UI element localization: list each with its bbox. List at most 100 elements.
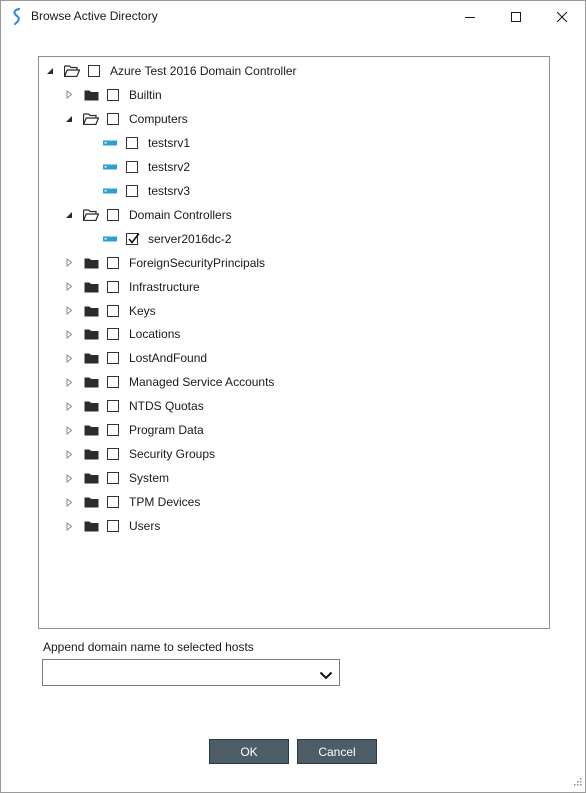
tree-node[interactable]: ForeignSecurityPrincipals bbox=[64, 253, 265, 273]
node-checkbox[interactable] bbox=[107, 400, 119, 413]
tree-node-label: server2016dc-2 bbox=[148, 231, 232, 246]
collapse-arrow-icon[interactable] bbox=[64, 114, 74, 124]
tree-node[interactable]: testsrv1 bbox=[83, 133, 190, 153]
expand-arrow-icon[interactable] bbox=[64, 353, 74, 363]
tree-node[interactable]: server2016dc-2 bbox=[83, 229, 231, 249]
tree-node-label: Keys bbox=[129, 303, 156, 318]
tree-node[interactable]: testsrv3 bbox=[83, 181, 190, 201]
folder-icon bbox=[83, 280, 99, 294]
node-checkbox[interactable] bbox=[107, 208, 119, 221]
chevron-down-icon bbox=[319, 669, 333, 683]
tree-node-label: Computers bbox=[129, 111, 188, 126]
cancel-button[interactable]: Cancel bbox=[297, 739, 377, 764]
expand-arrow-icon[interactable] bbox=[64, 473, 74, 483]
expand-arrow-icon[interactable] bbox=[64, 497, 74, 507]
maximize-icon bbox=[510, 11, 522, 23]
tree-node[interactable]: TPM Devices bbox=[64, 492, 200, 512]
tree-node-label: testsrv1 bbox=[148, 135, 191, 150]
node-checkbox[interactable] bbox=[107, 112, 119, 125]
tree-node[interactable]: testsrv2 bbox=[83, 157, 190, 177]
expand-arrow-icon[interactable] bbox=[64, 258, 74, 268]
folder-icon bbox=[83, 327, 99, 341]
tree-node[interactable]: NTDS Quotas bbox=[64, 396, 204, 416]
folder-icon bbox=[83, 351, 99, 365]
tree-node[interactable]: LostAndFound bbox=[64, 348, 207, 368]
folder-icon bbox=[83, 256, 99, 270]
tree-node-label: Builtin bbox=[129, 87, 162, 102]
tree-node[interactable]: Locations bbox=[64, 324, 180, 344]
resize-grip-icon[interactable] bbox=[572, 775, 582, 789]
collapse-arrow-icon[interactable] bbox=[64, 210, 74, 220]
collapse-arrow-icon[interactable] bbox=[45, 66, 55, 76]
node-checkbox[interactable] bbox=[107, 448, 119, 461]
tree-node-label: Users bbox=[129, 519, 161, 534]
append-domain-label: Append domain name to selected hosts bbox=[43, 640, 254, 654]
tree-node[interactable]: Keys bbox=[64, 301, 156, 321]
tree-node[interactable]: Builtin bbox=[64, 85, 162, 105]
folder-icon bbox=[83, 495, 99, 509]
node-checkbox[interactable] bbox=[126, 184, 138, 197]
folder-icon bbox=[83, 447, 99, 461]
title-bar[interactable]: Browse Active Directory bbox=[1, 1, 585, 32]
tree-node-label: ForeignSecurityPrincipals bbox=[129, 255, 266, 270]
tree-node-label: Security Groups bbox=[129, 447, 216, 462]
folder-icon bbox=[83, 375, 99, 389]
tree-node[interactable]: System bbox=[64, 468, 169, 488]
tree-node[interactable]: Domain Controllers bbox=[64, 205, 232, 225]
folder-icon bbox=[83, 399, 99, 413]
expand-arrow-icon[interactable] bbox=[64, 425, 74, 435]
node-checkbox[interactable] bbox=[126, 136, 138, 149]
expand-arrow-icon[interactable] bbox=[64, 329, 74, 339]
minimize-button[interactable] bbox=[447, 1, 493, 32]
expand-arrow-icon[interactable] bbox=[64, 377, 74, 387]
tree-node[interactable]: Security Groups bbox=[64, 444, 215, 464]
expand-arrow-icon[interactable] bbox=[64, 282, 74, 292]
server-icon bbox=[102, 184, 118, 198]
tree-node[interactable]: Computers bbox=[64, 109, 188, 129]
node-checkbox[interactable] bbox=[107, 280, 119, 293]
tree-node-label: testsrv2 bbox=[148, 159, 191, 174]
tree-node-label: NTDS Quotas bbox=[129, 399, 204, 414]
append-domain-dropdown[interactable] bbox=[42, 659, 340, 686]
ok-button[interactable]: OK bbox=[209, 739, 289, 764]
node-checkbox[interactable] bbox=[107, 376, 119, 389]
folder-icon bbox=[83, 519, 99, 533]
tree-node-label: Infrastructure bbox=[129, 279, 200, 294]
expand-arrow-icon[interactable] bbox=[64, 521, 74, 531]
node-checkbox[interactable] bbox=[88, 65, 100, 77]
node-checkbox[interactable] bbox=[107, 328, 119, 341]
tree-node[interactable]: Managed Service Accounts bbox=[64, 372, 274, 392]
expand-arrow-icon[interactable] bbox=[64, 401, 74, 411]
tree-node-label: Program Data bbox=[129, 423, 204, 438]
close-button[interactable] bbox=[539, 1, 585, 32]
tree-node[interactable]: Users bbox=[64, 516, 160, 536]
node-checkbox[interactable] bbox=[126, 160, 138, 173]
folder-icon bbox=[83, 88, 99, 102]
app-logo-icon bbox=[10, 7, 24, 26]
tree-node[interactable]: Infrastructure bbox=[64, 277, 200, 297]
folder-icon bbox=[83, 423, 99, 437]
expand-arrow-icon[interactable] bbox=[64, 306, 74, 316]
node-checkbox[interactable] bbox=[107, 352, 119, 365]
expand-arrow-icon[interactable] bbox=[64, 90, 74, 100]
folder-open-icon bbox=[83, 208, 99, 222]
node-checkbox[interactable] bbox=[107, 424, 119, 437]
node-checkbox[interactable] bbox=[107, 256, 119, 269]
ad-tree-view[interactable]: Azure Test 2016 Domain Controller Builtin… bbox=[38, 56, 550, 629]
folder-icon bbox=[83, 471, 99, 485]
node-checkbox[interactable] bbox=[126, 232, 140, 245]
tree-node[interactable]: Program Data bbox=[64, 420, 204, 440]
node-checkbox[interactable] bbox=[107, 472, 119, 485]
expand-arrow-icon[interactable] bbox=[64, 449, 74, 459]
node-checkbox[interactable] bbox=[107, 88, 119, 101]
maximize-button[interactable] bbox=[493, 1, 539, 32]
node-checkbox[interactable] bbox=[107, 496, 119, 509]
node-checkbox[interactable] bbox=[107, 520, 119, 533]
tree-node-label: LostAndFound bbox=[129, 351, 208, 366]
tree-node-label: Managed Service Accounts bbox=[129, 375, 275, 390]
node-checkbox[interactable] bbox=[107, 304, 119, 317]
tree-node[interactable]: Azure Test 2016 Domain Controller bbox=[45, 61, 297, 81]
